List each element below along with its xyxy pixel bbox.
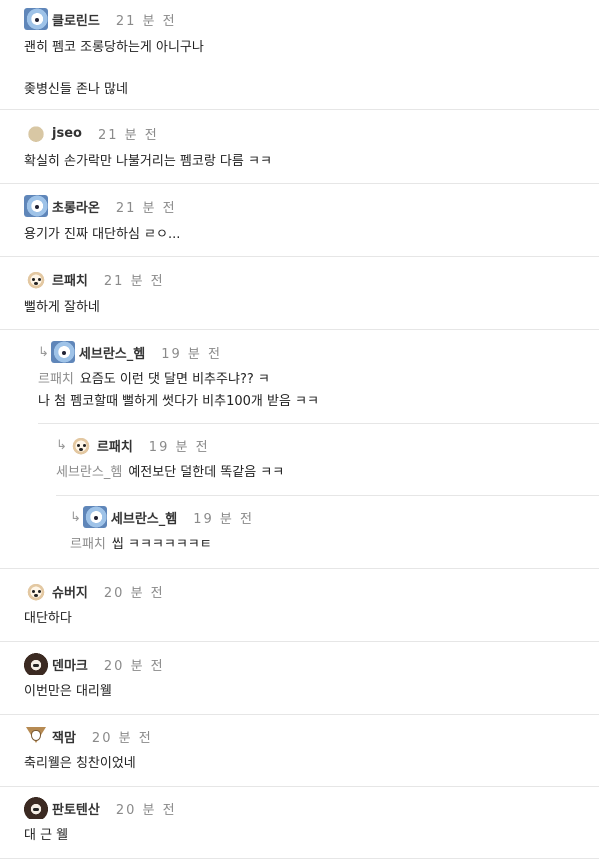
comment-text: 대 근 웰: [24, 828, 69, 843]
comment-time: 20 분 전: [103, 658, 165, 674]
comment-text: 세브란스_헴 예전보단 덜한데 똑같음 ㅋㅋ: [56, 461, 284, 485]
comment-author[interactable]: 슈버지: [52, 582, 88, 601]
reply-arrow-icon: ↳: [70, 509, 81, 525]
divider: [0, 183, 599, 184]
avatar[interactable]: [24, 195, 48, 217]
comment-time: 19 분 전: [193, 511, 254, 527]
comment-author[interactable]: jseo: [52, 126, 82, 141]
comment-time: 19 분 전: [148, 439, 210, 455]
avatar[interactable]: [24, 725, 48, 747]
comment-author[interactable]: 클로린드: [52, 10, 100, 29]
comment-author[interactable]: 르패치: [52, 270, 88, 289]
reply-mention[interactable]: 르패치: [70, 537, 106, 552]
comment-time: 21 분 전: [97, 127, 159, 143]
comment-time: 20 분 전: [115, 802, 177, 818]
comment-text: 르패치 요즘도 이런 댓 달면 비추주냐?? ㅋ: [38, 368, 270, 392]
reply-arrow-icon: ↳: [38, 344, 49, 360]
comment-time: 21 분 전: [115, 200, 177, 216]
comment-text: 이번만은 대리웰: [24, 684, 112, 699]
divider: [0, 109, 599, 110]
avatar[interactable]: [82, 506, 107, 528]
avatar[interactable]: [50, 341, 75, 363]
avatar[interactable]: [68, 434, 93, 456]
comment-text: 좆병신들 존나 많네: [24, 82, 128, 97]
divider: [38, 423, 599, 424]
divider: [56, 495, 599, 496]
divider: [0, 858, 599, 859]
avatar[interactable]: [24, 122, 48, 144]
comment-text: 나 첨 펨코할때 뻘하게 썻다가 비추100개 받음 ㅋㅋ: [38, 394, 319, 409]
comment-text: 확실히 손가락만 나불거리는 펨코랑 다름 ㅋㅋ: [24, 154, 272, 169]
comment-text-line: 예전보단 덜한데 똑같음 ㅋㅋ: [128, 465, 285, 480]
comment-author[interactable]: 르패치: [97, 436, 133, 455]
comment-time: 21 분 전: [115, 13, 177, 29]
comment-author[interactable]: 세브란스_헴: [111, 508, 177, 527]
comment-time: 19 분 전: [161, 346, 222, 362]
divider: [0, 256, 599, 257]
divider: [0, 714, 599, 715]
avatar[interactable]: [24, 797, 48, 819]
avatar[interactable]: [24, 580, 48, 602]
comment-text: 대단하다: [24, 611, 72, 626]
comment-time: 20 분 전: [91, 730, 153, 746]
comment-time: 21 분 전: [103, 273, 165, 289]
comment-text: 용기가 진짜 대단하심 ㄹㅇ...: [24, 227, 181, 242]
reply-mention[interactable]: 르패치: [38, 372, 74, 387]
comment-text-line: 요즘도 이런 댓 달면 비추주냐?? ㅋ: [79, 372, 270, 387]
comment-author[interactable]: 초롱라온: [52, 197, 100, 216]
divider: [0, 329, 599, 330]
comment-text: 축리웰은 칭찬이었네: [24, 756, 136, 771]
reply-arrow-icon: ↳: [56, 437, 67, 453]
comment-text-line: 씹 ㅋㅋㅋㅋㅋㅋㅌ: [111, 537, 212, 552]
divider: [0, 641, 599, 642]
reply-mention[interactable]: 세브란스_헴: [56, 465, 122, 480]
comment-author[interactable]: 덴마크: [52, 655, 88, 674]
comment-author[interactable]: 판토텐산: [52, 799, 100, 818]
comment-author[interactable]: 세브란스_헴: [79, 343, 145, 362]
comment-text: 뻘하게 잘하네: [24, 300, 100, 315]
avatar[interactable]: [24, 268, 48, 290]
comment-time: 20 분 전: [103, 585, 165, 601]
divider: [0, 786, 599, 787]
avatar[interactable]: [24, 653, 48, 675]
comment-author[interactable]: 잭맘: [52, 727, 76, 746]
divider: [0, 568, 599, 569]
avatar[interactable]: [24, 8, 48, 30]
comment-text: 괜히 펨코 조롱당하는게 아니구나: [24, 40, 204, 55]
comment-text: 르패치 씹 ㅋㅋㅋㅋㅋㅋㅌ: [70, 533, 212, 557]
